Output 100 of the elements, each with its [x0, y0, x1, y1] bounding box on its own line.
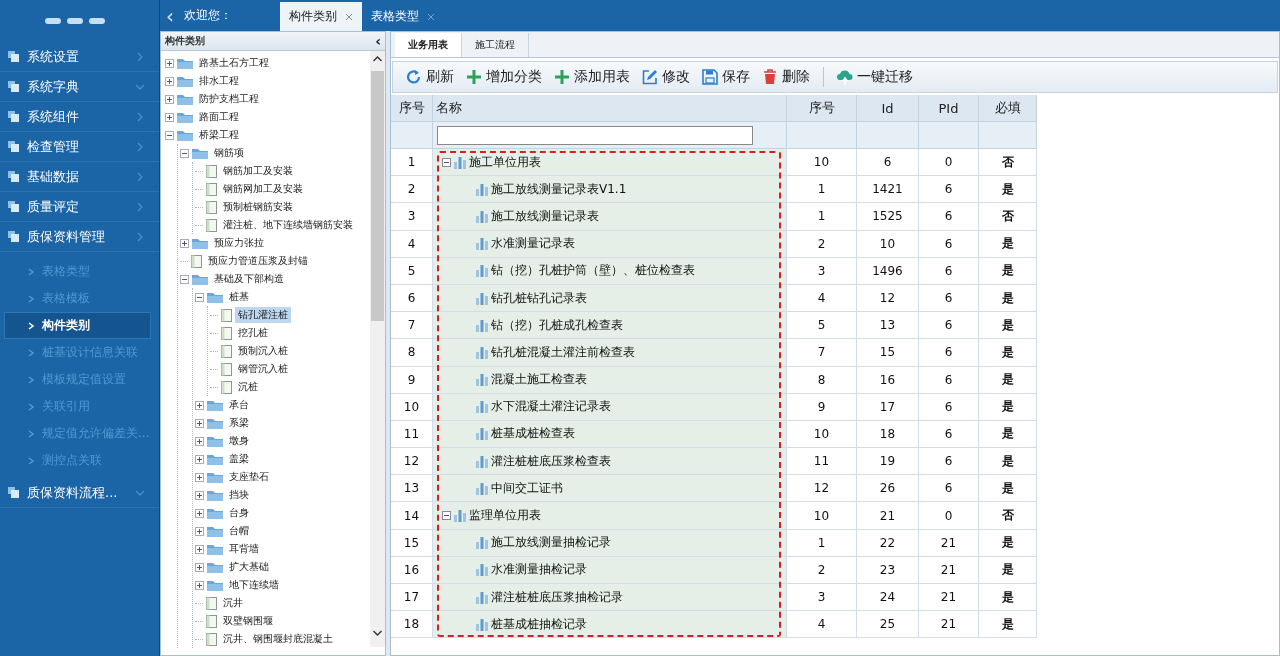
toolbar-button[interactable]: 修改	[637, 64, 695, 90]
toolbar-button[interactable]: 刷新	[401, 64, 459, 90]
tree-item[interactable]: 系梁	[226, 415, 252, 431]
tree-item[interactable]: 扩大基础	[226, 559, 272, 575]
refresh-icon	[406, 69, 422, 85]
table-cell: 是	[979, 475, 1037, 503]
toolbar-button[interactable]: 保存	[697, 64, 755, 90]
document-icon	[221, 380, 232, 394]
menu-item[interactable]: 系统字典	[0, 72, 159, 102]
table-cell: 6	[919, 420, 979, 449]
menu-item[interactable]: 质量评定	[0, 192, 159, 222]
document-icon	[206, 182, 217, 196]
column-header[interactable]: 序号	[787, 95, 857, 122]
bar-chart-icon	[475, 182, 489, 196]
table-cell: 23	[857, 556, 919, 584]
menu-label: 系统字典	[27, 77, 80, 96]
toolbar-button[interactable]: 添加用表	[549, 64, 635, 90]
tree-item[interactable]: 挡块	[226, 487, 252, 503]
tree-item[interactable]: 预应力张拉	[211, 235, 267, 251]
tree-item[interactable]: 盖梁	[226, 451, 252, 467]
menu-label: 质量评定	[27, 197, 80, 216]
menu-item[interactable]: 基础数据	[0, 162, 159, 192]
page-tab[interactable]: 构件类别	[280, 2, 362, 31]
table-cell: 18	[857, 420, 919, 449]
table-cell: 6	[857, 149, 919, 177]
bullet-icon	[28, 402, 34, 411]
tree-item[interactable]: 钢筋加工及安装	[220, 163, 296, 179]
tree-item[interactable]: 台帽	[226, 523, 252, 539]
tree-item[interactable]: 支座垫石	[226, 469, 272, 485]
view-tab[interactable]: 业务用表	[395, 33, 462, 57]
close-icon	[345, 12, 353, 21]
toolbar-button[interactable]: 一键迁移	[832, 64, 918, 90]
toolbar-button[interactable]: 删除	[757, 64, 815, 90]
view-tab[interactable]: 施工流程	[462, 33, 529, 57]
tree-item[interactable]: 承台	[226, 397, 252, 413]
filter-field[interactable]	[437, 125, 753, 145]
table-cell: 否	[979, 149, 1037, 177]
tree-item[interactable]: 排水工程	[196, 73, 242, 89]
table-cell: 6	[919, 176, 979, 204]
menu-item[interactable]: 质保资料管理	[0, 222, 159, 252]
page-tab[interactable]: 表格类型	[362, 2, 444, 31]
table-cell: 6	[919, 475, 979, 503]
table-cell: 4	[787, 611, 857, 639]
column-header[interactable]: 必填	[979, 95, 1037, 122]
tree-item[interactable]: 灌注桩、地下连续墙钢筋安装	[220, 217, 356, 233]
tree-item[interactable]: 沉井、钢围堰封底混凝土	[220, 631, 336, 647]
tree-item[interactable]: 挖孔桩	[235, 325, 271, 341]
bar-chart-icon	[475, 536, 489, 550]
tree-item[interactable]: 桥梁工程	[196, 127, 242, 143]
tree-item[interactable]: 钻孔灌注桩	[235, 307, 291, 323]
column-header[interactable]: Id	[857, 95, 919, 122]
toolbar-button[interactable]: 增加分类	[461, 64, 547, 90]
tree-item[interactable]: 台身	[226, 505, 252, 521]
menu-item[interactable]: 检查管理	[0, 132, 159, 162]
plus-icon	[466, 69, 482, 85]
menu-label: 基础数据	[27, 167, 80, 186]
bar-chart-icon	[475, 209, 489, 223]
table-cell: 6	[919, 366, 979, 394]
tree-item[interactable]: 地下连续墙	[226, 577, 282, 593]
menu-item[interactable]: 系统设置	[0, 42, 159, 72]
table-cell: 是	[979, 176, 1037, 204]
bullet-icon	[28, 429, 34, 438]
tree-item[interactable]: 墩身	[226, 433, 252, 449]
collapse-button[interactable]: ‹	[375, 33, 381, 49]
tree-item[interactable]: 沉桩	[235, 379, 261, 395]
folder-icon	[192, 237, 208, 249]
tree-item[interactable]: 桩基	[226, 289, 252, 305]
submenu-item[interactable]: 构件类别	[4, 312, 151, 339]
collapse-button[interactable]: ‹	[160, 3, 180, 28]
table-cell: 21	[919, 529, 979, 557]
column-header[interactable]: 名称	[433, 95, 787, 122]
tree-item[interactable]: 基础及下部构造	[211, 271, 287, 287]
tree-item[interactable]: 钢筋网加工及安装	[220, 181, 306, 197]
tree-item[interactable]: 路面工程	[196, 109, 242, 125]
folder-icon	[207, 561, 223, 573]
folder-icon	[207, 417, 223, 429]
table-cell: 是	[979, 529, 1037, 557]
tree-item[interactable]: 钢管沉入桩	[235, 361, 291, 377]
table-cell: 10	[787, 149, 857, 177]
tree-item[interactable]: 预制桩钢筋安装	[220, 199, 296, 215]
table-cell: 4	[787, 284, 857, 313]
column-header[interactable]: PId	[919, 95, 979, 122]
table-cell: 21	[919, 611, 979, 639]
tree-item[interactable]: 沉井	[220, 595, 246, 611]
column-header[interactable]: 序号	[391, 95, 433, 122]
tree-item[interactable]: 路基土石方工程	[196, 55, 272, 71]
tree-item[interactable]: 双壁钢围堰	[220, 613, 276, 629]
menu-item[interactable]: 质保资料流程...	[0, 478, 159, 508]
menu-item[interactable]: 系统组件	[0, 102, 159, 132]
folder-icon	[207, 579, 223, 591]
tree-item[interactable]: 耳背墙	[226, 541, 262, 557]
document-icon	[206, 200, 217, 214]
tree-item[interactable]: 钢筋项	[211, 145, 247, 161]
tree-item[interactable]: 防护支档工程	[196, 91, 262, 107]
tree-item[interactable]: 预制沉入桩	[235, 343, 291, 359]
save-icon	[702, 69, 718, 85]
document-icon	[191, 254, 202, 268]
tree-item[interactable]: 预应力管道压浆及封锚	[205, 253, 311, 269]
table-cell: 是	[979, 420, 1037, 449]
table-cell: 是	[979, 584, 1037, 612]
